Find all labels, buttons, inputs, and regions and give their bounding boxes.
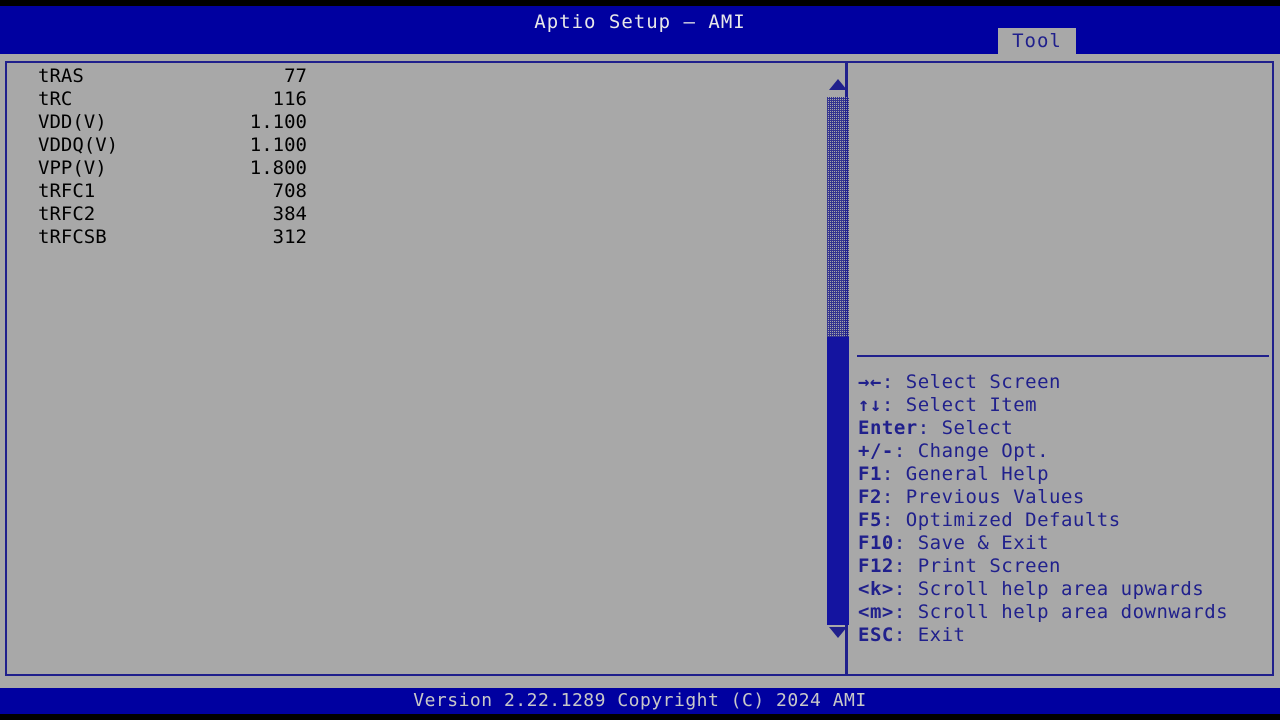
tab-tool[interactable]: Tool	[998, 28, 1076, 54]
help-key-description: : Select Screen	[881, 371, 1061, 393]
help-key: <k>	[858, 578, 894, 600]
help-key: +/-	[858, 440, 894, 462]
setting-value: 1.800	[249, 157, 307, 179]
help-key-row: Enter: Select	[858, 417, 1272, 440]
triangle-down-icon[interactable]	[829, 627, 847, 638]
vertical-scrollbar[interactable]	[826, 65, 850, 672]
help-key: F2	[858, 486, 882, 508]
help-key-description: : Scroll help area downwards	[893, 601, 1229, 623]
help-key-description: : Change Opt.	[893, 440, 1050, 462]
help-key-description: : Previous Values	[881, 486, 1085, 508]
setting-value: 312	[272, 226, 307, 248]
bios-setup-screen: Aptio Setup – AMI Tool tRAS 77 tRC 116 VDD(V…	[0, 0, 1280, 720]
help-key: F1	[858, 463, 882, 485]
setting-row[interactable]: tRAS 77	[9, 65, 821, 88]
help-key-row: F5: Optimized Defaults	[858, 509, 1272, 532]
footer-bar: Version 2.22.1289 Copyright (C) 2024 AMI	[0, 688, 1280, 714]
help-key-list: →←: Select Screen ↑↓: Select Item Enter: S…	[858, 371, 1272, 647]
setting-row[interactable]: tRC 116	[9, 88, 821, 111]
setting-row[interactable]: tRFC1 708	[9, 180, 821, 203]
setting-value: 116	[272, 88, 307, 110]
help-key: F10	[858, 532, 894, 554]
setting-row[interactable]: VPP(V) 1.800	[9, 157, 821, 180]
help-key-description: : Optimized Defaults	[881, 509, 1121, 531]
help-key: ESC	[858, 624, 894, 646]
setting-value: 1.100	[249, 111, 307, 133]
setting-row[interactable]: VDDQ(V) 1.100	[9, 134, 821, 157]
help-key: Enter	[858, 417, 918, 439]
version-text: Version 2.22.1289 Copyright (C) 2024 AMI	[413, 690, 867, 711]
menu-tab-strip: Tool	[0, 28, 1280, 54]
help-key-description: : Print Screen	[893, 555, 1061, 577]
setting-row[interactable]: tRFCSB 312	[9, 226, 821, 249]
setting-value: 384	[272, 203, 307, 225]
setting-row[interactable]: VDD(V) 1.100	[9, 111, 821, 134]
setting-value: 77	[284, 65, 307, 87]
help-key-row: F2: Previous Values	[858, 486, 1272, 509]
help-key-row: →←: Select Screen	[858, 371, 1272, 394]
help-key-description: : Select Item	[881, 394, 1038, 416]
help-key-description: : Scroll help area upwards	[893, 578, 1205, 600]
help-key-row: F12: Print Screen	[858, 555, 1272, 578]
help-key-description: : General Help	[881, 463, 1050, 485]
setting-value: 708	[272, 180, 307, 202]
help-key-row: <m>: Scroll help area downwards	[858, 601, 1272, 624]
help-key: F12	[858, 555, 894, 577]
help-key-row: ↑↓: Select Item	[858, 394, 1272, 417]
help-key: ↑↓	[858, 394, 882, 416]
help-key: <m>	[858, 601, 894, 623]
help-key: →←	[858, 371, 882, 393]
help-key-row: F1: General Help	[858, 463, 1272, 486]
scrollbar-thumb[interactable]	[827, 337, 849, 625]
settings-list: tRAS 77 tRC 116 VDD(V) 1.100 VDDQ(V) 1.100 VPP(V…	[9, 65, 821, 672]
help-key-row: F10: Save & Exit	[858, 532, 1272, 555]
help-key-row: <k>: Scroll help area upwards	[858, 578, 1272, 601]
help-separator	[857, 355, 1269, 357]
setting-value: 1.100	[249, 134, 307, 156]
help-key-description: : Select	[917, 417, 1014, 439]
help-key-row: +/-: Change Opt.	[858, 440, 1272, 463]
help-key-description: : Exit	[893, 624, 966, 646]
triangle-up-icon[interactable]	[829, 79, 847, 90]
help-key-description: : Save & Exit	[893, 532, 1050, 554]
help-key-row: ESC: Exit	[858, 624, 1272, 647]
help-panel: →←: Select Screen ↑↓: Select Item Enter: S…	[852, 63, 1272, 674]
setting-row[interactable]: tRFC2 384	[9, 203, 821, 226]
help-key: F5	[858, 509, 882, 531]
